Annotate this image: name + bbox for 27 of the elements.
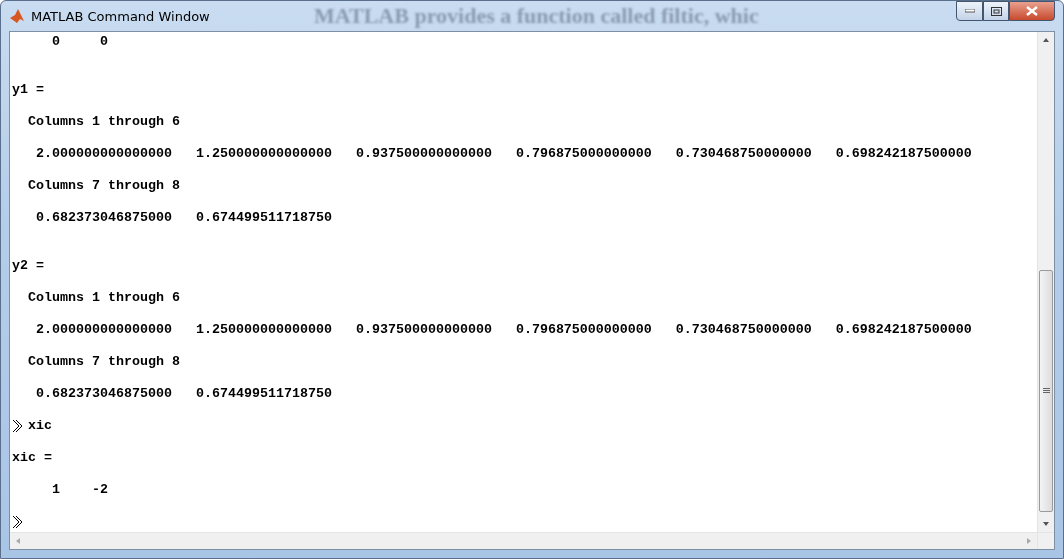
console-output: Columns 7 through 8 — [27, 354, 180, 370]
maximize-button[interactable] — [983, 1, 1009, 21]
close-button[interactable] — [1009, 1, 1055, 21]
scrollbar-corner — [1037, 532, 1054, 549]
scrollbar-thumb[interactable] — [1039, 270, 1053, 512]
console-output: 0 0 — [51, 34, 108, 50]
console-output: 0.682373046875000 0.674499511718750 — [35, 210, 332, 226]
minimize-button[interactable] — [956, 1, 983, 21]
console-output: Columns 1 through 6 — [27, 114, 180, 130]
console-output: y1 = — [12, 82, 44, 98]
console-output: xic = — [12, 450, 52, 466]
matlab-logo-icon — [9, 8, 25, 24]
close-icon — [1026, 6, 1038, 16]
maximize-icon — [990, 6, 1002, 16]
prompt-chevron-icon — [12, 419, 24, 433]
console-output: y2 = — [12, 258, 44, 274]
console-output: 1 -2 — [51, 482, 108, 498]
console-output: 0.682373046875000 0.674499511718750 — [35, 386, 332, 402]
console-output: 2.000000000000000 1.250000000000000 0.937500000000000 0.796875000000000 0.730468750000000 0.698242187500000 — [35, 322, 972, 338]
console-output: Columns 1 through 6 — [27, 290, 180, 306]
console-output: Columns 7 through 8 — [27, 178, 180, 194]
console-output: 2.000000000000000 1.250000000000000 0.937500000000000 0.796875000000000 0.730468750000000 0.698242187500000 — [35, 146, 972, 162]
prompt-chevron-icon — [12, 515, 24, 529]
vertical-scrollbar[interactable] — [1037, 32, 1054, 532]
window-title: MATLAB Command Window — [31, 8, 210, 24]
command-text: xic — [28, 418, 52, 434]
minimize-icon — [964, 9, 975, 13]
